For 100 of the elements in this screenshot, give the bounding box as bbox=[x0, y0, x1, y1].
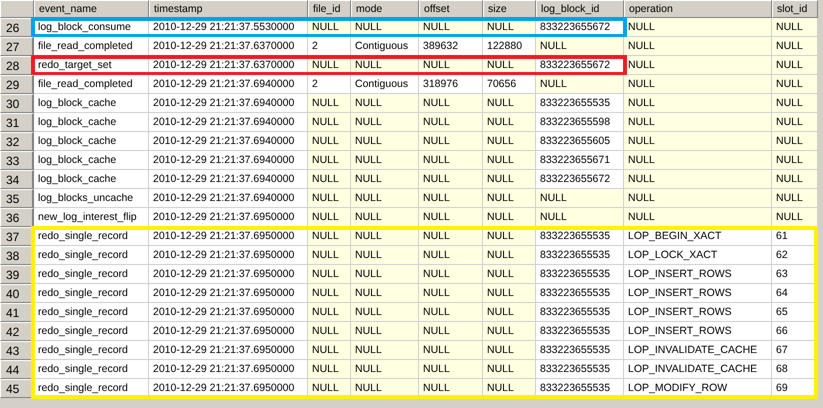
table-cell: NULL bbox=[624, 37, 772, 56]
table-cell: NULL bbox=[419, 113, 483, 132]
column-header[interactable]: slot_id bbox=[772, 0, 818, 18]
table-cell: 2010-12-29 21:21:37.6950000 bbox=[149, 265, 308, 284]
table-cell: NULL bbox=[624, 132, 772, 151]
row-number[interactable]: 27 bbox=[0, 37, 34, 56]
table-cell: redo_single_record bbox=[34, 284, 149, 303]
table-cell: NULL bbox=[308, 94, 351, 113]
column-header[interactable]: event_name bbox=[34, 0, 149, 18]
table-cell: NULL bbox=[351, 284, 419, 303]
row-number[interactable]: 42 bbox=[0, 322, 34, 341]
table-cell: 2010-12-29 21:21:37.6940000 bbox=[149, 75, 308, 94]
row-number[interactable]: 44 bbox=[0, 360, 34, 379]
table-cell: NULL bbox=[772, 18, 818, 37]
table-cell: NULL bbox=[351, 113, 419, 132]
table-cell: NULL bbox=[419, 208, 483, 227]
row-number[interactable]: 43 bbox=[0, 341, 34, 360]
table-cell: redo_single_record bbox=[34, 341, 149, 360]
table-cell: 2010-12-29 21:21:37.6950000 bbox=[149, 322, 308, 341]
row-number[interactable]: 34 bbox=[0, 170, 34, 189]
table-cell: NULL bbox=[419, 341, 483, 360]
column-header[interactable]: mode bbox=[351, 0, 419, 18]
table-cell: NULL bbox=[419, 132, 483, 151]
table-cell: 2010-12-29 21:21:37.6940000 bbox=[149, 170, 308, 189]
table-cell: NULL bbox=[351, 360, 419, 379]
row-number[interactable]: 30 bbox=[0, 94, 34, 113]
table-cell: NULL bbox=[351, 322, 419, 341]
table-cell: NULL bbox=[419, 246, 483, 265]
table-cell: file_read_completed bbox=[34, 37, 149, 56]
table-cell: NULL bbox=[483, 341, 536, 360]
table-cell: NULL bbox=[419, 284, 483, 303]
table-cell: NULL bbox=[308, 189, 351, 208]
table-cell: 2010-12-29 21:21:37.6950000 bbox=[149, 246, 308, 265]
table-cell: LOP_INSERT_ROWS bbox=[624, 322, 772, 341]
table-cell: NULL bbox=[351, 94, 419, 113]
row-number[interactable]: 29 bbox=[0, 75, 34, 94]
row-number[interactable]: 28 bbox=[0, 56, 34, 75]
column-header[interactable]: operation bbox=[624, 0, 772, 18]
table-cell: NULL bbox=[624, 170, 772, 189]
table-cell: 2010-12-29 21:21:37.6950000 bbox=[149, 284, 308, 303]
table-cell: NULL bbox=[308, 151, 351, 170]
row-number[interactable]: 37 bbox=[0, 227, 34, 246]
table-cell: 833223655535 bbox=[536, 322, 624, 341]
table-cell: NULL bbox=[483, 360, 536, 379]
table-cell: NULL bbox=[536, 75, 624, 94]
table-cell: NULL bbox=[536, 208, 624, 227]
column-header[interactable]: size bbox=[483, 0, 536, 18]
table-cell: 833223655535 bbox=[536, 360, 624, 379]
table-cell: NULL bbox=[351, 265, 419, 284]
table-cell: NULL bbox=[483, 94, 536, 113]
table-cell: NULL bbox=[351, 132, 419, 151]
table-cell: 833223655598 bbox=[536, 113, 624, 132]
table-cell: NULL bbox=[772, 151, 818, 170]
table-cell: NULL bbox=[419, 170, 483, 189]
table-cell: NULL bbox=[483, 303, 536, 322]
table-cell: 2010-12-29 21:21:37.6940000 bbox=[149, 132, 308, 151]
row-number[interactable]: 41 bbox=[0, 303, 34, 322]
table-cell: NULL bbox=[772, 189, 818, 208]
table-cell: NULL bbox=[624, 189, 772, 208]
table-cell: new_log_interest_flip bbox=[34, 208, 149, 227]
corner-header[interactable] bbox=[0, 0, 34, 18]
table-cell: NULL bbox=[483, 170, 536, 189]
table-cell: 2 bbox=[308, 37, 351, 56]
row-number[interactable]: 36 bbox=[0, 208, 34, 227]
column-header[interactable]: log_block_id bbox=[536, 0, 624, 18]
table-cell: NULL bbox=[772, 37, 818, 56]
table-cell: 2010-12-29 21:21:37.6950000 bbox=[149, 303, 308, 322]
table-cell: file_read_completed bbox=[34, 75, 149, 94]
table-cell: NULL bbox=[419, 151, 483, 170]
table-cell: LOP_LOCK_XACT bbox=[624, 246, 772, 265]
row-number[interactable]: 35 bbox=[0, 189, 34, 208]
row-number[interactable]: 40 bbox=[0, 284, 34, 303]
column-header[interactable]: offset bbox=[419, 0, 483, 18]
table-cell: log_block_cache bbox=[34, 94, 149, 113]
table-cell: NULL bbox=[308, 303, 351, 322]
table-cell: NULL bbox=[772, 208, 818, 227]
table-cell: log_block_cache bbox=[34, 151, 149, 170]
row-number[interactable]: 26 bbox=[0, 18, 34, 37]
row-number[interactable]: 31 bbox=[0, 113, 34, 132]
table-cell: 833223655671 bbox=[536, 151, 624, 170]
table-cell: LOP_INVALIDATE_CACHE bbox=[624, 341, 772, 360]
table-cell: NULL bbox=[308, 246, 351, 265]
row-number[interactable]: 38 bbox=[0, 246, 34, 265]
table-cell: 2010-12-29 21:21:37.6940000 bbox=[149, 151, 308, 170]
table-cell: 2010-12-29 21:21:37.6950000 bbox=[149, 360, 308, 379]
table-cell: NULL bbox=[483, 113, 536, 132]
table-cell: NULL bbox=[419, 360, 483, 379]
table-cell: NULL bbox=[351, 189, 419, 208]
table-cell: LOP_INSERT_ROWS bbox=[624, 284, 772, 303]
table-cell: NULL bbox=[624, 18, 772, 37]
row-number[interactable]: 39 bbox=[0, 265, 34, 284]
table-cell: NULL bbox=[351, 303, 419, 322]
column-header[interactable]: file_id bbox=[308, 0, 351, 18]
table-cell: NULL bbox=[483, 151, 536, 170]
table-cell: NULL bbox=[483, 284, 536, 303]
row-number[interactable]: 32 bbox=[0, 132, 34, 151]
row-number[interactable]: 45 bbox=[0, 379, 34, 398]
table-cell: 833223655535 bbox=[536, 303, 624, 322]
column-header[interactable]: timestamp bbox=[149, 0, 308, 18]
row-number[interactable]: 33 bbox=[0, 151, 34, 170]
